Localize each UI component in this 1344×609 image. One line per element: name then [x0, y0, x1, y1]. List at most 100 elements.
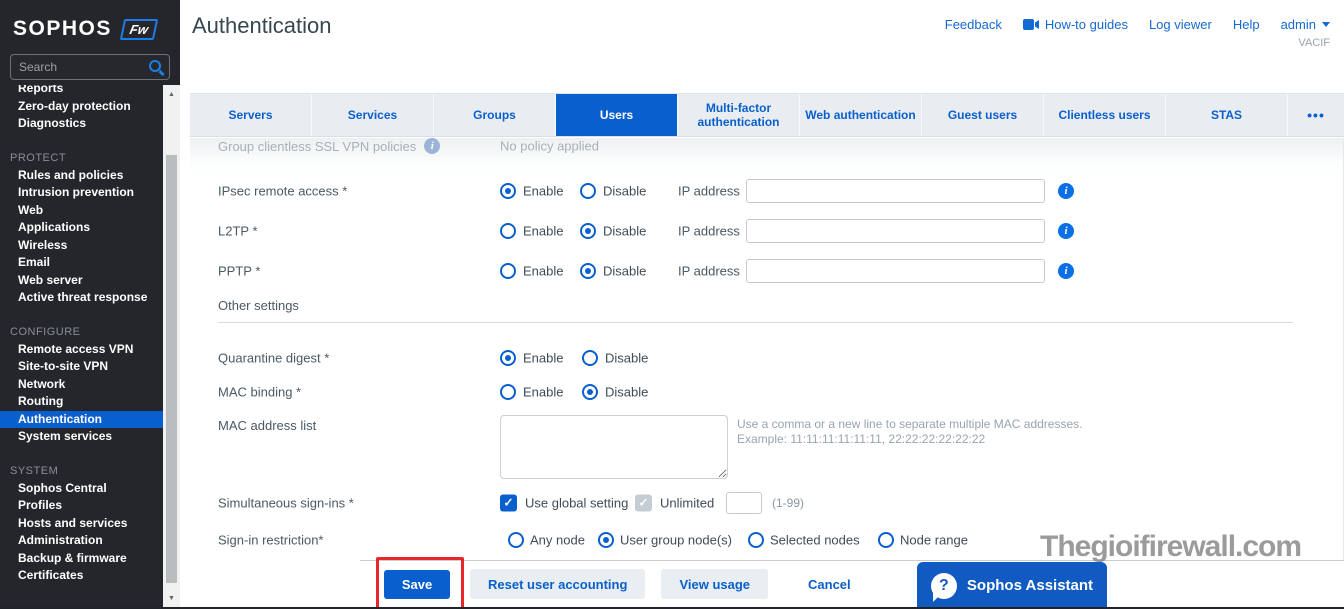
ipsec-ip-address-input[interactable] [746, 179, 1045, 203]
sidebar-item-email[interactable]: Email [0, 254, 163, 272]
search-input[interactable] [10, 54, 170, 80]
node-range-label: Node range [900, 532, 968, 548]
user-group-nodes-radio[interactable] [598, 532, 614, 548]
sidebar-item-applications[interactable]: Applications [0, 219, 163, 237]
pptp-row: PPTP * Enable Disable IP address i [190, 259, 1329, 283]
sidebar-item-site-to-site-vpn[interactable]: Site-to-site VPN [0, 358, 163, 376]
scroll-down-icon[interactable]: ▼ [163, 591, 180, 607]
ipsec-disable-radio[interactable] [580, 183, 596, 199]
tab-web-authentication[interactable]: Web authentication [799, 94, 921, 136]
action-bar: Save Reset user accounting View usage Ca… [360, 557, 1344, 609]
search-icon[interactable] [149, 60, 161, 72]
scrollbar-thumb[interactable] [166, 155, 177, 583]
use-global-setting-checkbox[interactable]: ✓ [500, 494, 517, 512]
sidebar-item-authentication[interactable]: Authentication [0, 410, 163, 428]
pptp-ip-address-input[interactable] [746, 259, 1045, 283]
pptp-ip-address-label: IP address [678, 263, 740, 279]
max-sign-ins-input[interactable] [726, 492, 762, 514]
video-camera-icon [1022, 19, 1039, 30]
group-clientless-policy-value: No policy applied [500, 138, 600, 154]
ipsec-enable-radio[interactable] [500, 183, 516, 199]
tab-clientless-users[interactable]: Clientless users [1043, 94, 1165, 136]
ipsec-disable-label: Disable [603, 183, 647, 199]
sidebar-item-zero-day-protection[interactable]: Zero-day protection [0, 98, 163, 116]
tab-users[interactable]: Users [555, 94, 677, 136]
tab-multi-factor-authentication[interactable]: Multi-factor authentication [677, 94, 799, 136]
unlimited-checkbox[interactable]: ✓ [635, 494, 652, 512]
sidebar-item-reports[interactable]: Reports [0, 85, 163, 98]
admin-menu[interactable]: admin [1281, 17, 1330, 32]
scroll-up-icon[interactable]: ▲ [163, 87, 180, 103]
sidebar-item-rules-and-policies[interactable]: Rules and policies [0, 167, 163, 185]
info-icon[interactable]: i [1058, 183, 1074, 199]
mac-binding-row: MAC binding * Enable Disable [190, 381, 1329, 403]
mac-binding-enable-radio[interactable] [500, 384, 516, 400]
sidebar-item-active-threat-response[interactable]: Active threat response [0, 289, 163, 307]
tab-servers[interactable]: Servers [190, 94, 311, 136]
l2tp-ip-address-input[interactable] [746, 219, 1045, 243]
sidebar-item-network[interactable]: Network [0, 376, 163, 394]
tab-guest-users[interactable]: Guest users [921, 94, 1043, 136]
sidebar-item-certificates[interactable]: Certificates [0, 567, 163, 585]
feedback-link[interactable]: Feedback [945, 17, 1002, 32]
tab-overflow-menu[interactable]: ••• [1287, 94, 1344, 136]
info-icon[interactable]: i [1058, 223, 1074, 239]
sophos-logo: SOPHOS Fw [0, 0, 180, 45]
ipsec-label: IPsec remote access * [218, 183, 348, 199]
tab-stas[interactable]: STAS [1165, 94, 1287, 136]
sidebar-item-web-server[interactable]: Web server [0, 272, 163, 290]
any-node-radio[interactable] [508, 532, 524, 548]
l2tp-disable-radio[interactable] [580, 223, 596, 239]
ipsec-ip-address-label: IP address [678, 183, 740, 199]
tab-groups[interactable]: Groups [433, 94, 555, 136]
sidebar-scrollbar[interactable]: ▲ ▼ [163, 85, 180, 609]
sidebar-section-configure: CONFIGURE [10, 325, 81, 338]
header-links: Feedback How-to guides Log viewer Help a… [945, 17, 1330, 32]
sidebar-item-intrusion-prevention[interactable]: Intrusion prevention [0, 184, 163, 202]
mac-address-list-label: MAC address list [218, 418, 317, 433]
l2tp-row: L2TP * Enable Disable IP address i [190, 219, 1329, 243]
sidebar-item-remote-access-vpn[interactable]: Remote access VPN [0, 341, 163, 359]
mac-binding-enable-label: Enable [523, 384, 564, 400]
sidebar-item-web[interactable]: Web [0, 202, 163, 220]
quarantine-disable-radio[interactable] [582, 350, 598, 366]
cancel-button[interactable]: Cancel [798, 569, 861, 599]
ipsec-remote-access-row: IPsec remote access * Enable Disable IP … [190, 179, 1329, 203]
pptp-label: PPTP * [218, 263, 261, 279]
sophos-assistant-button[interactable]: ? Sophos Assistant [917, 562, 1107, 609]
view-usage-button[interactable]: View usage [661, 569, 769, 599]
selected-nodes-radio[interactable] [748, 532, 764, 548]
sidebar-item-wireless[interactable]: Wireless [0, 237, 163, 255]
sidebar-item-hosts-and-services[interactable]: Hosts and services [0, 515, 163, 533]
l2tp-enable-radio[interactable] [500, 223, 516, 239]
howto-guides-label: How-to guides [1044, 17, 1128, 32]
sidebar-item-backup-firmware[interactable]: Backup & firmware [0, 550, 163, 568]
quarantine-digest-row: Quarantine digest * Enable Disable [190, 347, 1329, 369]
pptp-disable-radio[interactable] [580, 263, 596, 279]
sidebar-item-diagnostics[interactable]: Diagnostics [0, 115, 163, 133]
sidebar-item-sophos-central[interactable]: Sophos Central [0, 480, 163, 498]
mac-binding-disable-radio[interactable] [582, 384, 598, 400]
howto-guides-link[interactable]: How-to guides [1022, 17, 1128, 32]
node-range-radio[interactable] [878, 532, 894, 548]
pptp-enable-radio[interactable] [500, 263, 516, 279]
reset-user-accounting-button[interactable]: Reset user accounting [470, 569, 646, 599]
save-button[interactable]: Save [384, 570, 450, 599]
log-viewer-link[interactable]: Log viewer [1149, 17, 1212, 32]
mac-address-list-textarea[interactable] [500, 415, 728, 479]
sidebar-item-profiles[interactable]: Profiles [0, 497, 163, 515]
main-panel: Authentication Feedback How-to guides Lo… [180, 0, 1344, 609]
sidebar-item-administration[interactable]: Administration [0, 532, 163, 550]
ipsec-enable-label: Enable [523, 183, 564, 199]
quarantine-enable-radio[interactable] [500, 350, 516, 366]
sidebar-item-system-services[interactable]: System services [0, 428, 163, 446]
sidebar-item-routing[interactable]: Routing [0, 393, 163, 411]
info-icon[interactable]: i [424, 138, 441, 154]
tabbar: Servers Services Groups Users Multi-fact… [190, 93, 1344, 137]
any-node-label: Any node [530, 532, 585, 548]
info-icon[interactable]: i [1058, 263, 1074, 279]
mac-binding-label: MAC binding * [218, 384, 302, 400]
tab-services[interactable]: Services [311, 94, 433, 136]
page-title: Authentication [192, 13, 332, 38]
help-link[interactable]: Help [1233, 17, 1260, 32]
